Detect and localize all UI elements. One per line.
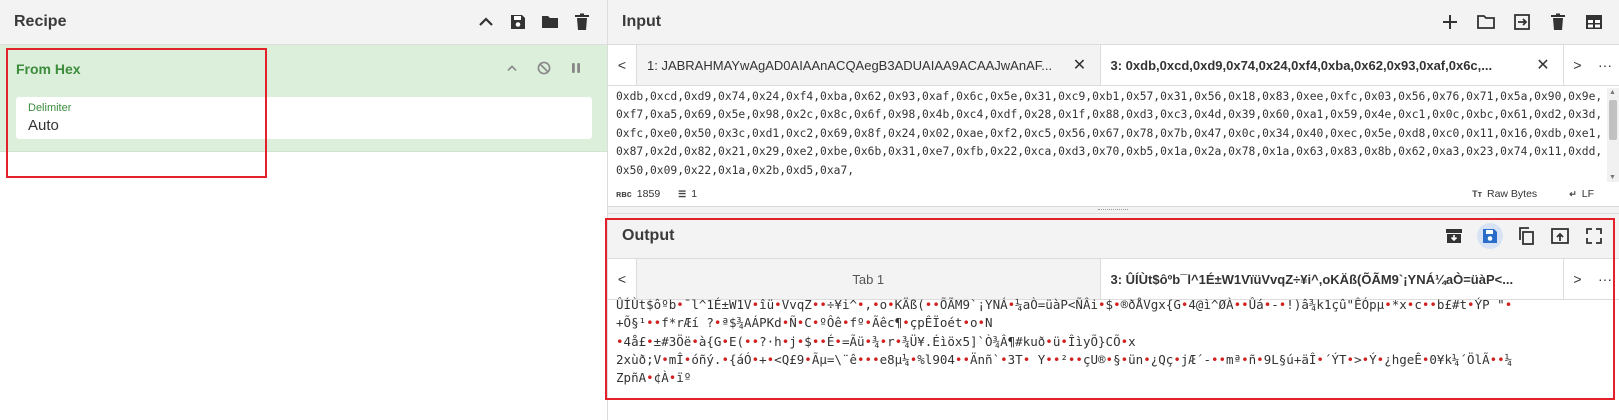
input-length: 1859 [636,188,661,200]
input-scrollbar[interactable]: ▲ ▼ [1607,88,1619,182]
output-line: •4å£•±#3Öë•à{G•E(••?·h•j•$••É•=Ãü•¾•r•¾Ü… [616,333,1136,349]
chevron-up-icon[interactable] [501,57,523,79]
input-pane: Input < 1: JABRAHMAYwAgAD0AIAAnACQAegB3A… [608,0,1619,208]
output-title: Output [622,227,675,244]
tab-menu-button[interactable]: ··· [1591,45,1619,85]
copy-icon[interactable] [1515,225,1537,247]
maximise-icon[interactable] [1583,225,1605,247]
pause-icon[interactable] [565,57,587,79]
output-textarea[interactable]: ÛÍÙt$ôºb•¯l^1É±W1V•îü•VvqZ••÷¥i^•,•o•KÄß… [616,296,1606,416]
delimiter-label: Delimiter [28,102,72,114]
return-icon: ↵ [1569,188,1577,199]
input-lines: 1 [691,188,698,200]
chevron-up-icon[interactable] [475,11,497,33]
replace-input-icon[interactable] [1549,225,1571,247]
input-status-bar: ʀʙᴄ 1859 ☰ 1 Tт Raw Bytes ↵ LF [616,186,1612,202]
input-tab-1[interactable]: 1: JABRAHMAYwAgAD0AIAAnACQAegB3ADUAIAA9A… [636,45,1100,85]
output-line: 2xùð;V•mÎ•óñý.•{áÓ•+•<Q£9•Ãµ=\¨ê•••e8µ¼•… [616,351,1513,367]
layout-icon[interactable] [1583,11,1605,33]
tab-prev-button[interactable]: < [608,45,636,85]
tab-next-button[interactable]: > [1563,45,1591,85]
recipe-pane: Recipe From Hex Delimiter Auto [0,0,608,420]
recipe-title: Recipe [14,13,67,30]
operation-title: From Hex [16,61,81,77]
recipe-header: Recipe [0,0,607,45]
disable-icon[interactable] [533,57,555,79]
lines-icon: ☰ [678,188,687,199]
close-icon[interactable]: ✕ [1070,55,1090,75]
from-hex-operation[interactable]: From Hex Delimiter Auto [0,45,607,152]
output-tab-1[interactable]: Tab 1 [636,259,1100,299]
eol-toggle[interactable]: ↵ LF [1569,188,1594,200]
tab-prev-button[interactable]: < [608,259,636,299]
delimiter-value[interactable]: Auto [28,117,59,134]
save-icon[interactable] [1477,223,1503,249]
input-header: Input [608,0,1619,45]
trash-icon[interactable] [1547,11,1569,33]
raw-bytes-toggle[interactable]: Tт Raw Bytes [1472,188,1537,200]
save-to-file-icon[interactable] [1443,225,1465,247]
output-header: Output [608,214,1619,259]
tab-menu-button[interactable]: ··· [1591,259,1619,299]
output-pane: Output < Tab 1 3: ÛÍÙt$ôºb¯l^1É±W1VïüVvq… [608,214,1619,420]
tab-next-button[interactable]: > [1563,259,1591,299]
input-tab-3[interactable]: 3: 0xdb,0xcd,0xd9,0x74,0x24,0xf4,0xba,0x… [1099,45,1563,85]
folder-icon[interactable] [539,11,561,33]
output-line: ZpñA•¢À•ïº [616,370,692,386]
output-tabs: < Tab 1 3: ÛÍÙt$ôºb¯l^1É±W1VïüVvqZ÷¥i^,o… [608,259,1619,300]
length-icon: ʀʙᴄ [616,189,632,199]
trash-icon[interactable] [571,11,593,33]
delimiter-field[interactable]: Delimiter Auto [16,97,592,139]
save-icon[interactable] [507,11,529,33]
output-tab-3[interactable]: 3: ÛÍÙt$ôºb¯l^1É±W1VïüVvqZ÷¥i^,oKÄß(ÕÃM9… [1099,259,1563,299]
output-line: ÛÍÙt$ôºb•¯l^1É±W1V•îü•VvqZ••÷¥i^•,•o•KÄß… [616,297,1513,312]
text-format-icon: Tт [1472,189,1482,199]
input-title: Input [622,13,662,30]
output-line: +Õ§¹••f*rÆí ?•ª$¾AÁPKd•Ñ•C•ºÔê•fº•Ãêc¶•ç… [616,315,993,331]
plus-icon[interactable] [1439,11,1461,33]
open-folder-icon[interactable] [1475,11,1497,33]
open-file-icon[interactable] [1511,11,1533,33]
close-icon[interactable]: ✕ [1533,55,1553,75]
pane-divider[interactable] [608,206,1619,214]
input-tabs: < 1: JABRAHMAYwAgAD0AIAAnACQAegB3ADUAIAA… [608,45,1619,86]
input-textarea[interactable]: 0xdb,0xcd,0xd9,0x74,0x24,0xf4,0xba,0x62,… [616,88,1604,182]
